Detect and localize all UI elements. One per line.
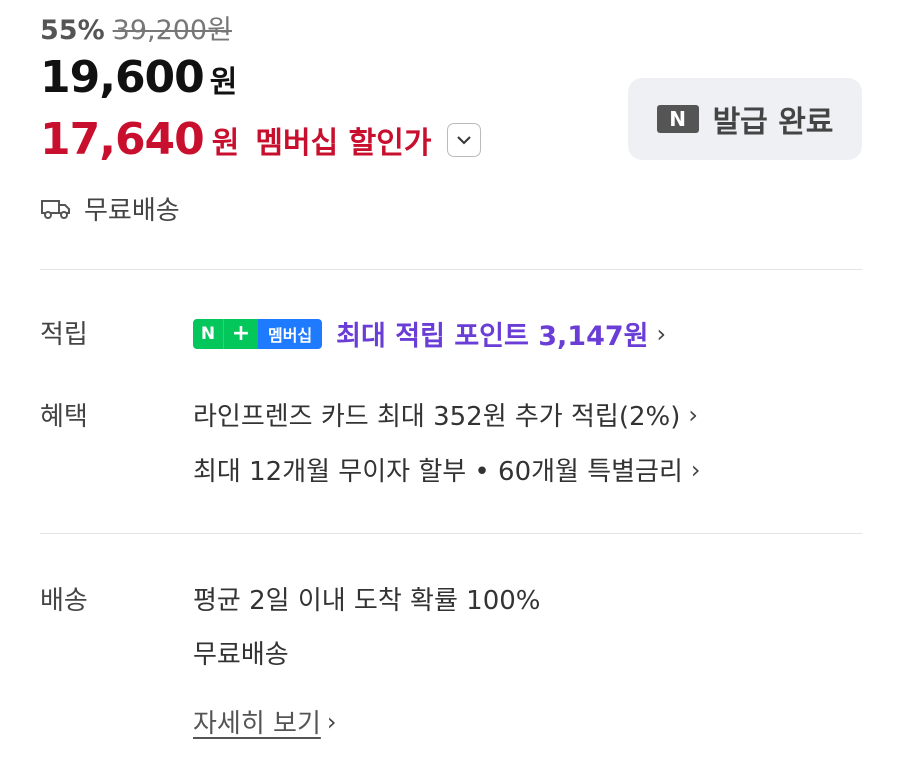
benefit-item-card[interactable]: 라인프렌즈 카드 최대 352원 추가 적립(2%) › bbox=[193, 396, 698, 433]
delivery-line1: 평균 2일 이내 도착 확률 100% bbox=[193, 586, 541, 616]
sale-price-row: 19,600 원 bbox=[40, 52, 237, 103]
divider bbox=[40, 533, 862, 534]
naver-n-badge: N bbox=[656, 105, 699, 133]
np-badge-plus: + bbox=[223, 318, 258, 349]
benefits-label: 혜택 bbox=[40, 402, 88, 432]
benefit-item-text: 최대 12개월 무이자 할부 • 60개월 특별금리 bbox=[193, 457, 683, 487]
benefit-item-text: 라인프렌즈 카드 최대 352원 추가 적립(2%) bbox=[193, 402, 681, 432]
discount-row: 55% 39,200원 bbox=[40, 8, 232, 47]
chevron-right-icon: › bbox=[690, 455, 701, 484]
naver-n-badge-text: N bbox=[669, 107, 686, 131]
member-price-label: 멤버십 할인가 bbox=[255, 125, 432, 161]
benefit-item-installment[interactable]: 최대 12개월 무이자 할부 • 60개월 특별금리 › bbox=[193, 451, 701, 488]
member-price-dropdown-button[interactable] bbox=[447, 122, 482, 157]
max-points-text: 최대 적립 포인트 3,147원 bbox=[336, 321, 649, 352]
chevron-right-icon: › bbox=[688, 400, 698, 429]
member-price: 17,640 bbox=[40, 114, 205, 165]
divider bbox=[40, 269, 862, 270]
coupon-issued-button[interactable]: N 발급 완료 bbox=[628, 78, 862, 160]
points-label: 적립 bbox=[40, 320, 88, 350]
delivery-free-text: 무료배송 bbox=[193, 634, 289, 671]
points-link[interactable]: N + 멤버십 최대 적립 포인트 3,147원 › bbox=[193, 314, 666, 353]
see-details-text: 자세히 보기 bbox=[193, 709, 321, 739]
sale-price-unit: 원 bbox=[209, 65, 238, 100]
coupon-issued-label: 발급 완료 bbox=[712, 105, 834, 140]
delivery-line2: 무료배송 bbox=[193, 640, 289, 670]
sale-price: 19,600 bbox=[40, 52, 205, 103]
shipping-summary-text: 무료배송 bbox=[84, 196, 180, 226]
member-price-unit: 원 bbox=[211, 125, 240, 161]
shipping-summary: 무료배송 bbox=[40, 190, 180, 227]
delivery-label: 배송 bbox=[40, 586, 88, 616]
chevron-right-icon: › bbox=[656, 319, 667, 348]
naver-plus-membership-badge: N + 멤버십 bbox=[193, 318, 323, 349]
delivery-arrival-text: 평균 2일 이내 도착 확률 100% bbox=[193, 580, 540, 617]
np-badge-n: N bbox=[193, 318, 223, 349]
chevron-right-icon: › bbox=[326, 707, 337, 736]
member-price-row: 17,640 원 멤버십 할인가 bbox=[40, 114, 482, 165]
chevron-down-icon bbox=[457, 135, 472, 144]
discount-rate: 55% bbox=[40, 15, 105, 46]
np-badge-membership: 멤버십 bbox=[258, 318, 323, 349]
see-details-link[interactable]: 자세히 보기 › bbox=[193, 703, 336, 740]
truck-icon bbox=[41, 199, 70, 219]
original-price: 39,200원 bbox=[112, 15, 232, 46]
